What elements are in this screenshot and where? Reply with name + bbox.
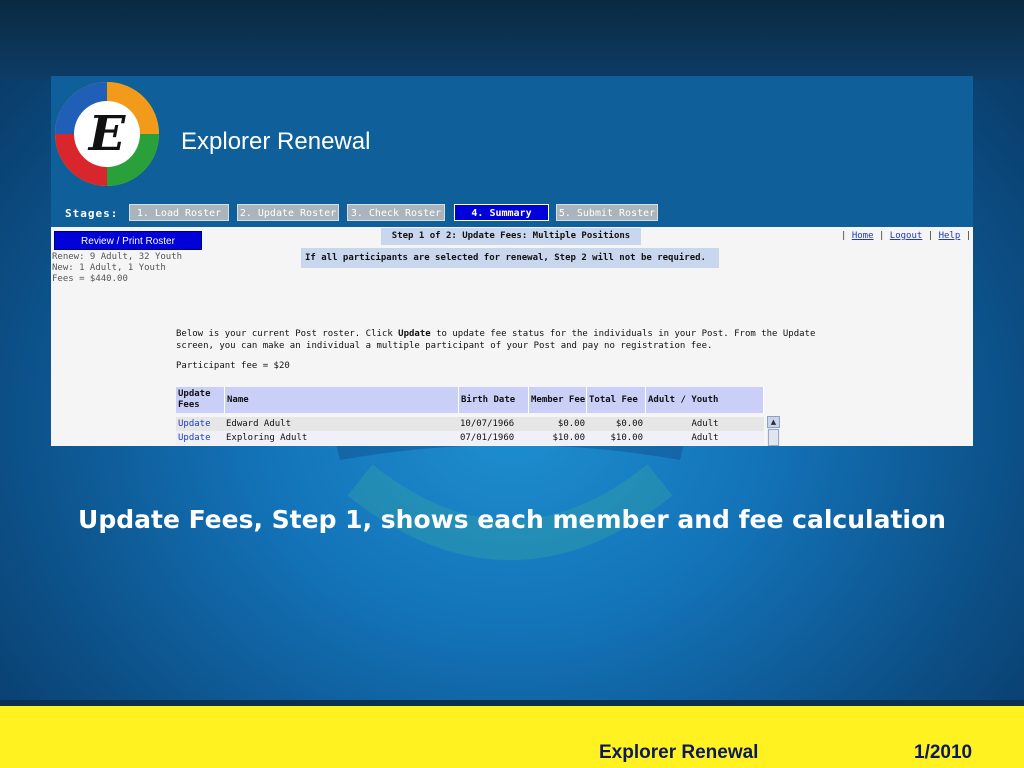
learning-for-life-logo: E: [55, 82, 159, 186]
footer-title: Explorer Renewal: [599, 742, 759, 763]
table-row: Update Edward Adult 10/07/1966 $0.00 $0.…: [176, 417, 764, 431]
stages-label: Stages:: [65, 207, 119, 220]
logout-link[interactable]: Logout: [890, 231, 923, 241]
instructions-text: Below is your current Post roster. Click…: [176, 329, 816, 351]
slide-footer: Explorer Renewal 1/2010: [0, 700, 1024, 768]
home-link[interactable]: Home: [852, 231, 874, 241]
table-scrollbar[interactable]: ▲: [767, 416, 780, 446]
header-name: Name: [225, 387, 459, 413]
scroll-up-arrow-icon[interactable]: ▲: [767, 416, 780, 428]
row-name: Exploring Adult: [226, 433, 308, 443]
app-header: E Explorer Renewal Stages: 1. Load Roste…: [51, 76, 973, 227]
row-member-fee: $0.00: [557, 419, 585, 429]
renewal-screenshot: E Explorer Renewal Stages: 1. Load Roste…: [51, 76, 973, 446]
stage-summary[interactable]: 4. Summary: [454, 204, 549, 221]
stage-load-roster[interactable]: 1. Load Roster: [129, 204, 229, 221]
participant-fee: Participant fee = $20: [176, 361, 290, 371]
roster-table-header: Update Fees Name Birth Date Member Fee T…: [176, 387, 764, 413]
row-type: Adult: [691, 433, 719, 443]
row-name: Edward Adult: [226, 419, 292, 429]
row-member-fee: $10.00: [552, 433, 585, 443]
row-birth-date: 10/07/1966: [460, 419, 515, 429]
top-links: | Home | Logout | Help |: [841, 231, 972, 241]
fees-total: Fees = $440.00: [52, 274, 128, 284]
header-member-fee: Member Fee: [529, 387, 587, 413]
update-link[interactable]: Update: [178, 431, 211, 445]
header-adult-youth: Adult / Youth: [646, 387, 764, 413]
review-print-roster-button[interactable]: Review / Print Roster: [54, 231, 202, 250]
step-note: If all participants are selected for ren…: [301, 248, 719, 268]
header-total-fee: Total Fee: [587, 387, 646, 413]
slide-caption: Update Fees, Step 1, shows each member a…: [78, 505, 946, 534]
step-title: Step 1 of 2: Update Fees: Multiple Posit…: [381, 228, 641, 245]
app-title: Explorer Renewal: [181, 128, 371, 155]
help-link[interactable]: Help: [939, 231, 961, 241]
svg-text:E: E: [87, 106, 127, 162]
renew-count: Renew: 9 Adult, 32 Youth: [52, 252, 183, 262]
header-update-fees: Update Fees: [176, 387, 225, 413]
update-link[interactable]: Update: [178, 417, 211, 431]
row-total-fee: $10.00: [610, 433, 643, 443]
scroll-thumb[interactable]: [768, 429, 779, 446]
new-count: New: 1 Adult, 1 Youth: [52, 263, 166, 273]
slide-top-band: [0, 0, 1024, 80]
stage-check-roster[interactable]: 3. Check Roster: [347, 204, 445, 221]
row-birth-date: 07/01/1960: [460, 433, 515, 443]
footer-date: 1/2010: [914, 742, 973, 763]
stage-update-roster[interactable]: 2. Update Roster: [237, 204, 339, 221]
row-type: Adult: [691, 419, 719, 429]
row-total-fee: $0.00: [615, 419, 643, 429]
stage-submit-roster[interactable]: 5. Submit Roster: [556, 204, 658, 221]
header-birth-date: Birth Date: [459, 387, 529, 413]
table-row: Update Exploring Adult 07/01/1960 $10.00…: [176, 431, 764, 445]
